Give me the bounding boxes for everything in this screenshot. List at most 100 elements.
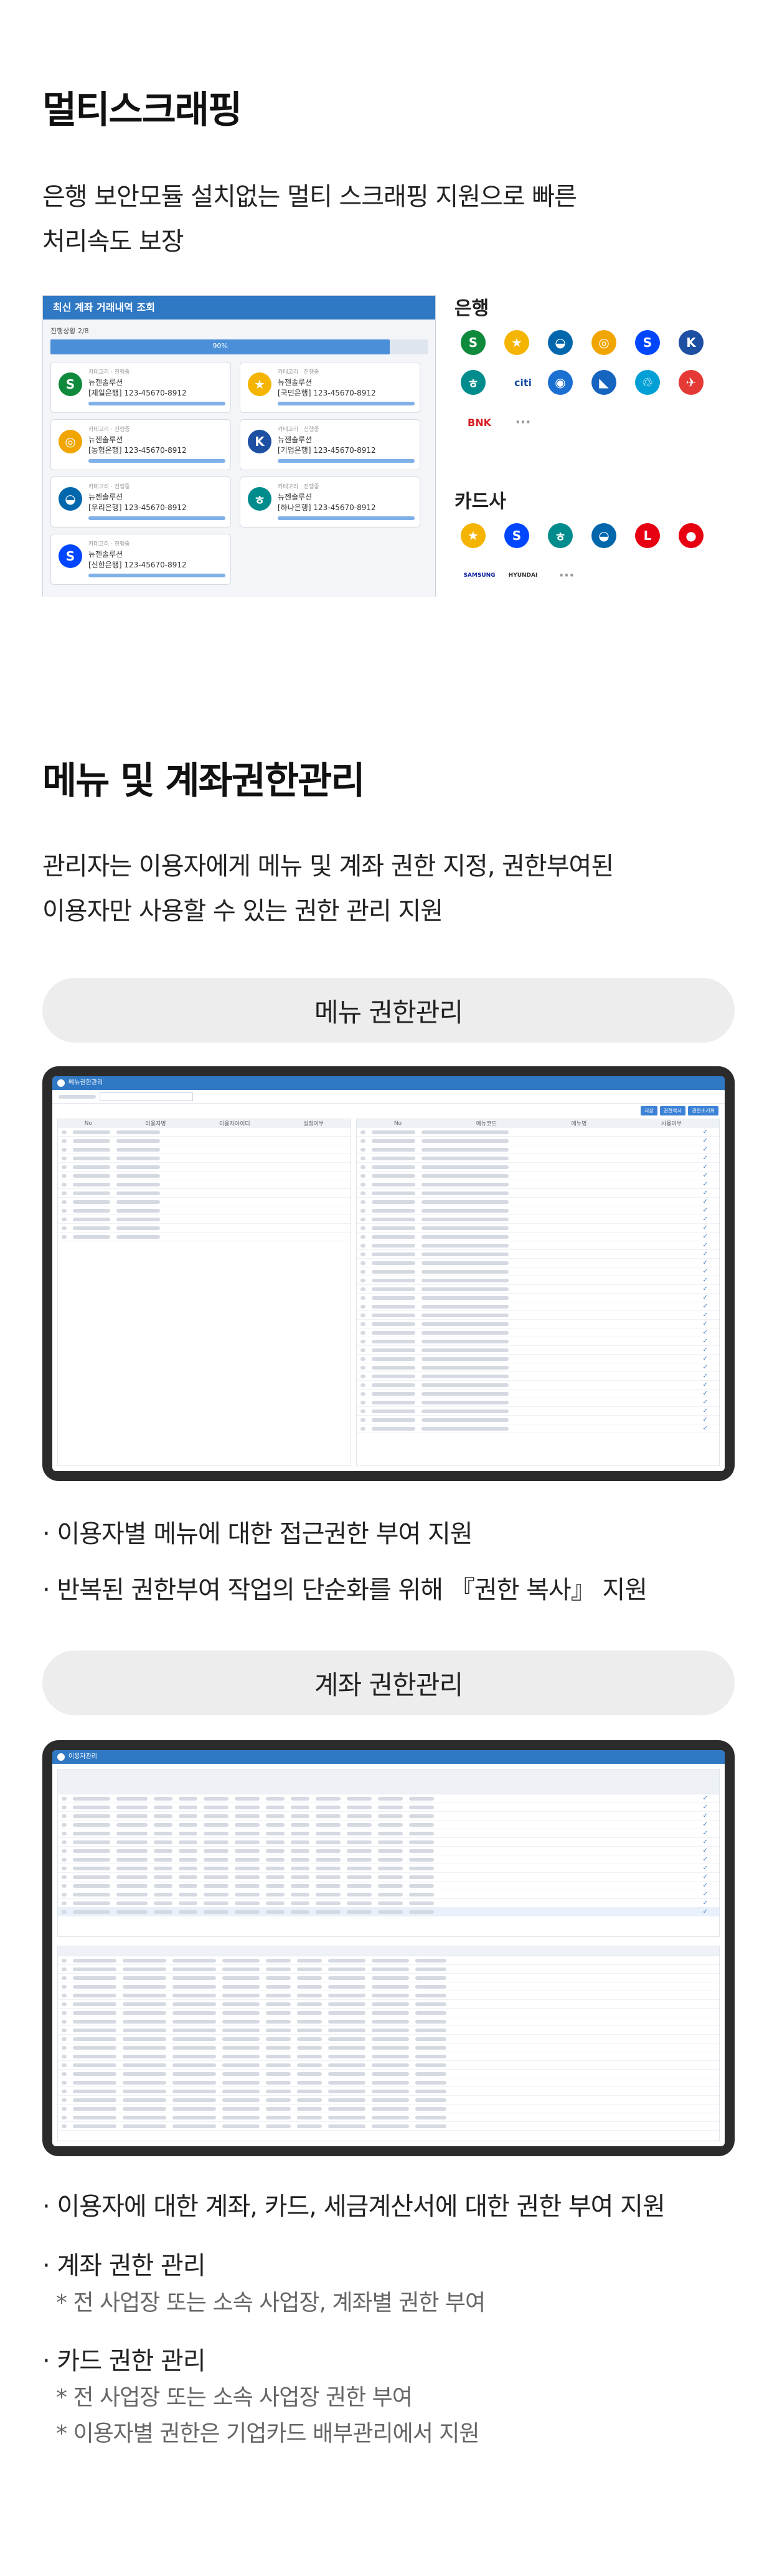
cell-placeholder [123, 1976, 166, 1980]
table-row[interactable]: ✓ [357, 1311, 719, 1320]
table-row[interactable] [58, 1145, 351, 1154]
table-row[interactable] [58, 2017, 719, 2026]
table-row[interactable] [58, 1956, 719, 1965]
table-row[interactable]: ✓ [58, 1890, 719, 1899]
table-row[interactable]: ✓ [357, 1355, 719, 1363]
cell-placeholder [360, 1322, 365, 1326]
table-row[interactable]: ✓ [357, 1180, 719, 1189]
table-row[interactable] [58, 2070, 719, 2078]
table-row[interactable] [58, 2087, 719, 2096]
table-row[interactable]: ✓ [357, 1137, 719, 1145]
table-row[interactable]: ✓ [357, 1163, 719, 1172]
table-row[interactable] [58, 1128, 351, 1137]
table-row[interactable]: ✓ [357, 1328, 719, 1337]
table-row[interactable]: ✓ [357, 1224, 719, 1233]
table-row[interactable]: ✓ [58, 1908, 719, 1916]
table-row[interactable]: ✓ [357, 1302, 719, 1311]
table-row[interactable]: ✓ [357, 1372, 719, 1381]
table-row[interactable]: ✓ [357, 1250, 719, 1259]
table-row[interactable] [58, 2096, 719, 2105]
table-row[interactable] [58, 1974, 719, 1982]
table-row[interactable]: ✓ [357, 1241, 719, 1250]
table-row[interactable]: ✓ [357, 1154, 719, 1163]
table-row[interactable] [58, 2035, 719, 2043]
account-card[interactable]: K 카테고리 · 진행중 뉴젠솔루션 [기업은행] 123-45670-8912 [240, 419, 420, 470]
table-row[interactable] [58, 1154, 351, 1163]
table-row[interactable]: ✓ [58, 1864, 719, 1873]
table-row[interactable] [58, 2061, 719, 2070]
table-row[interactable]: ✓ [357, 1215, 719, 1224]
table-row[interactable] [58, 2122, 719, 2131]
table-row[interactable] [58, 1137, 351, 1145]
table-row[interactable]: ✓ [58, 1873, 719, 1882]
table-row[interactable] [58, 2043, 719, 2052]
table-row[interactable] [58, 2009, 719, 2017]
table-row[interactable] [58, 1224, 351, 1233]
filter-input[interactable] [100, 1092, 193, 1101]
table-row[interactable]: ✓ [58, 1838, 719, 1847]
table-row[interactable] [58, 1180, 351, 1189]
cell-placeholder [266, 1840, 285, 1844]
table-row[interactable]: ✓ [58, 1882, 719, 1890]
table-row[interactable]: ✓ [58, 1821, 719, 1829]
table-row[interactable]: ✓ [357, 1424, 719, 1433]
table-row[interactable]: ✓ [357, 1390, 719, 1398]
table-row[interactable] [58, 1172, 351, 1180]
table-row[interactable] [58, 1965, 719, 1974]
table-row[interactable]: ✓ [58, 1899, 719, 1908]
table-row[interactable] [58, 1991, 719, 2000]
save-button[interactable]: 저장 [641, 1106, 657, 1115]
table-row[interactable]: ✓ [58, 1829, 719, 1838]
table-row[interactable]: ✓ [357, 1381, 719, 1390]
table-row[interactable] [58, 1233, 351, 1241]
table-row[interactable] [58, 2052, 719, 2061]
table-row[interactable]: ✓ [357, 1198, 719, 1206]
table-row[interactable]: ✓ [357, 1189, 719, 1198]
cell-placeholder [297, 1967, 322, 1971]
account-card[interactable]: ◎ 카테고리 · 진행중 뉴젠솔루션 [농협은행] 123-45670-8912 [50, 419, 231, 470]
reset-permission-button[interactable]: 권한초기화 [688, 1106, 718, 1115]
table-row[interactable]: ✓ [357, 1267, 719, 1276]
table-row[interactable] [58, 1215, 351, 1224]
table-row[interactable] [58, 1206, 351, 1215]
table-row[interactable] [58, 2105, 719, 2113]
table-row[interactable] [58, 1982, 719, 1991]
account-card[interactable]: ★ 카테고리 · 진행중 뉴젠솔루션 [국민은행] 123-45670-8912 [240, 362, 420, 413]
account-card[interactable]: S 카테고리 · 진행중 뉴젠솔루션 [신한은행] 123-45670-8912 [50, 534, 231, 585]
cell-placeholder [297, 2106, 322, 2111]
table-row[interactable] [58, 1189, 351, 1198]
table-row[interactable]: ✓ [357, 1407, 719, 1416]
table-row[interactable]: ✓ [58, 1847, 719, 1855]
table-row[interactable] [58, 2113, 719, 2122]
table-row[interactable]: ✓ [58, 1855, 719, 1864]
table-row[interactable]: ✓ [357, 1285, 719, 1294]
account-card[interactable]: ◒ 카테고리 · 진행중 뉴젠솔루션 [우리은행] 123-45670-8912 [50, 476, 231, 528]
table-row[interactable]: ✓ [357, 1416, 719, 1424]
table-row[interactable]: ✓ [357, 1259, 719, 1267]
check-icon: ✓ [702, 1373, 708, 1380]
copy-permission-button[interactable]: 권한복사 [659, 1106, 686, 1115]
table-row[interactable]: ✓ [357, 1276, 719, 1285]
account-card[interactable]: ㅎ 카테고리 · 진행중 뉴젠솔루션 [하나은행] 123-45670-8912 [240, 476, 420, 528]
table-row[interactable]: ✓ [58, 1803, 719, 1812]
table-row[interactable]: ✓ [357, 1337, 719, 1346]
table-row[interactable]: ✓ [357, 1320, 719, 1328]
table-row[interactable] [58, 2078, 719, 2087]
table-row[interactable]: ✓ [58, 1794, 719, 1803]
table-row[interactable]: ✓ [357, 1346, 719, 1355]
table-row[interactable] [58, 2026, 719, 2035]
table-row[interactable]: ✓ [357, 1398, 719, 1407]
table-row[interactable] [58, 1163, 351, 1172]
table-row[interactable]: ✓ [357, 1145, 719, 1154]
table-row[interactable]: ✓ [357, 1233, 719, 1241]
table-row[interactable]: ✓ [357, 1294, 719, 1302]
account-card[interactable]: S 카테고리 · 진행중 뉴젠솔루션 [제일은행] 123-45670-8912 [50, 362, 231, 413]
table-row[interactable] [58, 2000, 719, 2009]
table-row[interactable]: ✓ [357, 1363, 719, 1372]
cell-placeholder [73, 1857, 110, 1862]
table-row[interactable]: ✓ [58, 1812, 719, 1821]
table-row[interactable]: ✓ [357, 1128, 719, 1137]
table-row[interactable]: ✓ [357, 1172, 719, 1180]
table-row[interactable] [58, 1198, 351, 1206]
table-row[interactable]: ✓ [357, 1206, 719, 1215]
